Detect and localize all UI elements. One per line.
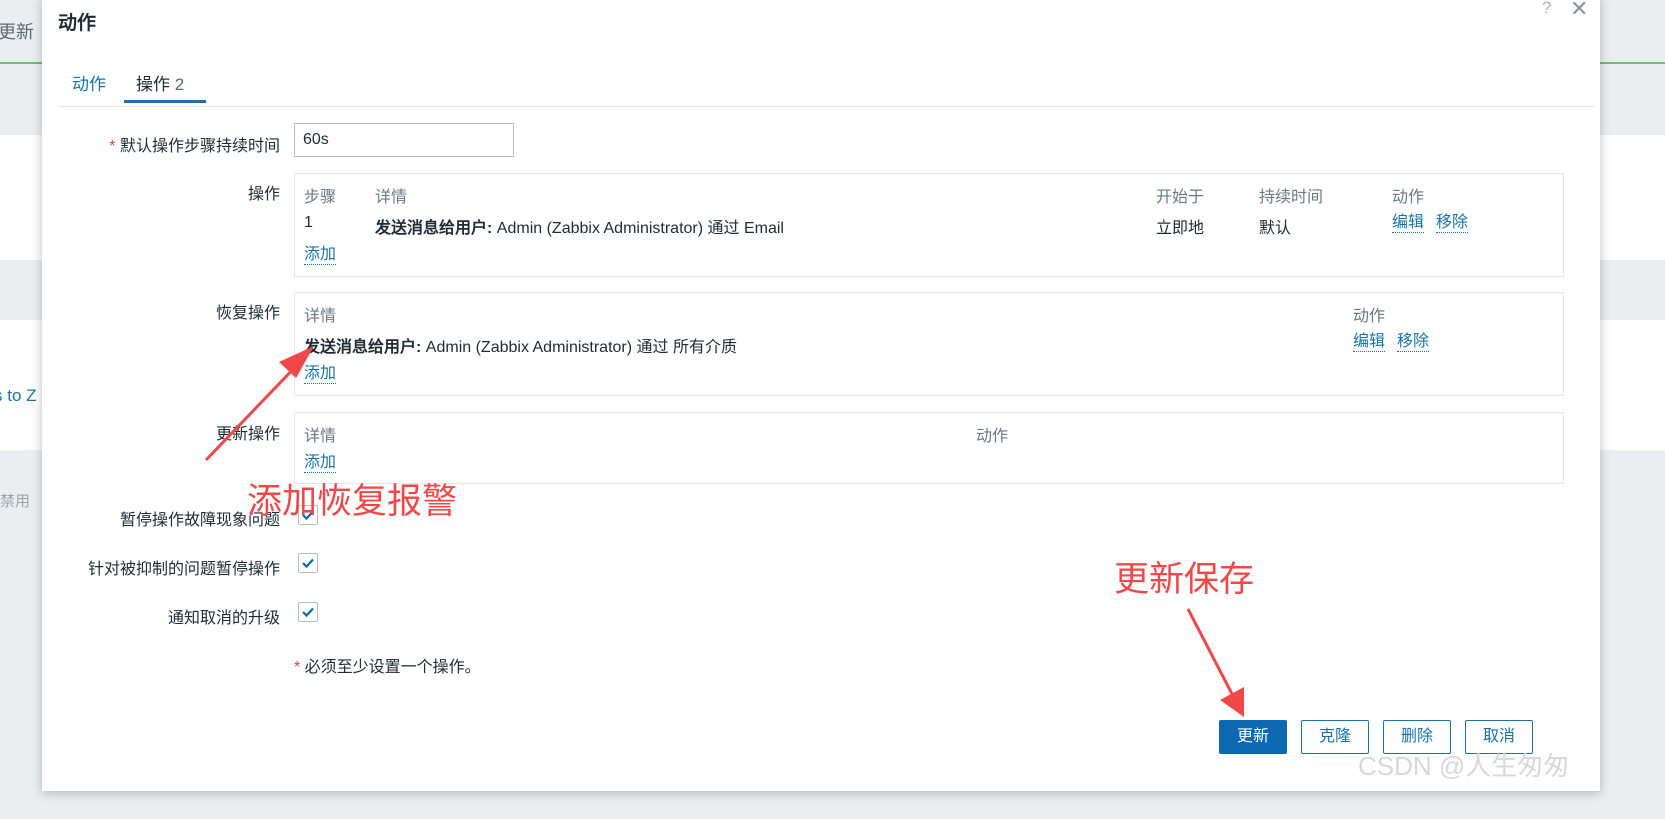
annotation-add-recovery: 添加恢复报警: [247, 482, 458, 521]
update-operations-table: 详情 动作 添加: [294, 412, 1564, 484]
ops-header-detail: 详情: [375, 189, 408, 206]
help-icon[interactable]: ?: [1542, 0, 1551, 18]
background-link-fragment[interactable]: s to Z: [0, 386, 37, 406]
pause-symptom-label: 暂停操作故障现象问题: [119, 512, 280, 529]
dialog-tabs: 动作 操作 2: [58, 58, 1594, 107]
pause-suppressed-checkbox[interactable]: [298, 553, 318, 573]
ops-add-link[interactable]: 添加: [304, 246, 337, 265]
background-update-label: 更新: [0, 22, 34, 42]
check-icon: [302, 558, 314, 569]
ops-row-detail-bold: 发送消息给用户:: [375, 220, 493, 237]
update-button[interactable]: 更新: [1219, 720, 1287, 754]
rec-header-action: 动作: [1353, 308, 1386, 325]
ops-row-duration: 默认: [1259, 220, 1292, 237]
tab-action-label: 动作: [72, 75, 106, 94]
active-tab-indicator: [124, 100, 206, 103]
ops-row-detail: 发送消息给用户: Admin (Zabbix Administrator) 通过…: [375, 214, 784, 238]
upd-add-link[interactable]: 添加: [304, 454, 337, 473]
recovery-operations-label: 恢复操作: [215, 305, 280, 322]
background-panel-right: [1600, 135, 1665, 260]
pause-suppressed-label: 针对被抑制的问题暂停操作: [87, 561, 280, 578]
update-operations-label: 更新操作: [215, 426, 280, 443]
notify-cancel-checkbox[interactable]: [298, 602, 318, 622]
rec-add-link[interactable]: 添加: [304, 365, 337, 384]
recovery-operations-table: 详情 动作 发送消息给用户: Admin (Zabbix Administrat…: [294, 292, 1564, 396]
upd-header-detail: 详情: [304, 428, 337, 445]
rec-row-detail: 发送消息给用户: Admin (Zabbix Administrator) 通过…: [304, 333, 737, 357]
default-duration-label: * 默认操作步骤持续时间: [0, 132, 280, 156]
ops-header-start: 开始于: [1156, 189, 1205, 206]
tab-operations-label: 操作: [136, 75, 170, 94]
annotation-update-save: 更新保存: [1114, 560, 1255, 599]
background-page-underline-left: [0, 62, 42, 64]
background-page-underline-right: [1600, 62, 1665, 64]
tab-action[interactable]: 动作: [72, 70, 106, 95]
background-panel-right-2: [1600, 320, 1665, 450]
check-icon: [302, 607, 314, 618]
required-mark: *: [109, 138, 116, 155]
operations-label: 操作: [247, 186, 280, 203]
tab-operations[interactable]: 操作 2: [136, 70, 184, 95]
ops-edit-link[interactable]: 编辑: [1392, 214, 1425, 233]
ops-header-step: 步骤: [304, 189, 337, 206]
note-text: 必须至少设置一个操作。: [300, 659, 481, 676]
rec-edit-link[interactable]: 编辑: [1353, 333, 1386, 352]
ops-row-start: 立即地: [1156, 220, 1205, 237]
notify-cancel-label: 通知取消的升级: [167, 610, 280, 627]
default-duration-input[interactable]: [294, 123, 514, 157]
default-duration-text: 默认操作步骤持续时间: [119, 138, 280, 155]
ops-row-detail-rest: Admin (Zabbix Administrator) 通过 Email: [492, 220, 784, 237]
watermark: CSDN @人生匆匆: [1358, 751, 1570, 781]
ops-row-step: 1: [304, 214, 313, 231]
required-note: * 必须至少设置一个操作。: [294, 653, 481, 677]
upd-header-action: 动作: [976, 428, 1009, 445]
dialog-title: 动作: [58, 13, 97, 34]
ops-header-duration: 持续时间: [1259, 189, 1324, 206]
ops-remove-link[interactable]: 移除: [1436, 214, 1469, 233]
rec-remove-link[interactable]: 移除: [1397, 333, 1430, 352]
rec-header-detail: 详情: [304, 308, 337, 325]
ops-header-action: 动作: [1392, 189, 1425, 206]
rec-row-detail-rest: Admin (Zabbix Administrator) 通过 所有介质: [421, 339, 737, 356]
tab-operations-count: 2: [174, 75, 185, 94]
operations-table: 步骤 详情 开始于 持续时间 动作 1 发送消息给用户: Admin (Zabb…: [294, 173, 1564, 277]
rec-row-detail-bold: 发送消息给用户:: [304, 339, 422, 356]
close-icon[interactable]: ✕: [1570, 0, 1588, 22]
